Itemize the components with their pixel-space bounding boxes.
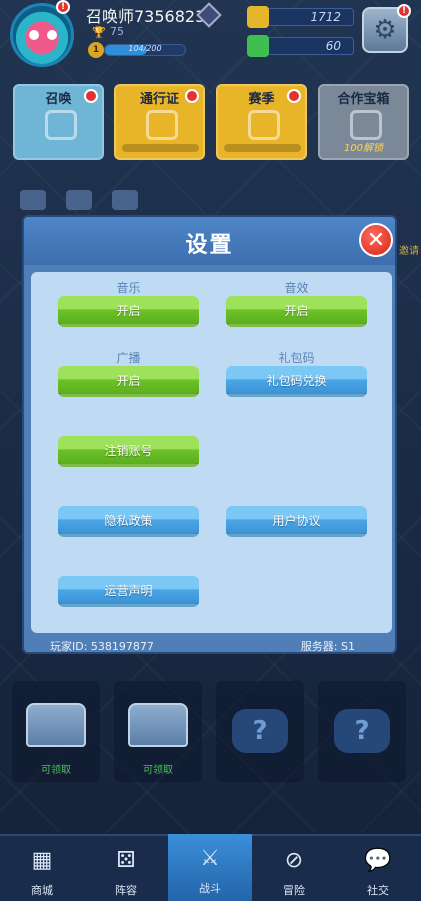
trophy-icon: 🏆 xyxy=(92,26,106,39)
chest-icon xyxy=(128,703,188,747)
chest-icon xyxy=(26,703,86,747)
operation-statement-button[interactable]: 运营声明 xyxy=(58,576,199,607)
question-icon: ? xyxy=(334,709,390,753)
settings-panel: 音乐 开启 音效 开启 广播 开启 礼包码 礼包码兑换 注销账号 隐私政策 用户… xyxy=(31,272,392,633)
level-badge: 1 xyxy=(88,42,104,58)
chest-slot[interactable]: ? xyxy=(216,681,304,782)
top-bar: ! 召唤师7356823 🏆 75 1 104/200 1712 60 ⚙ ! xyxy=(0,0,421,68)
user-agreement-button[interactable]: 用户协议 xyxy=(226,506,367,537)
chest-slot[interactable]: ? xyxy=(318,681,406,782)
progress-bar xyxy=(122,144,199,152)
logout-account-button[interactable]: 注销账号 xyxy=(58,436,199,467)
crown-badge-icon xyxy=(146,110,178,140)
nav-label: 商城 xyxy=(31,884,53,897)
close-icon: ✕ xyxy=(366,227,386,253)
menu-icon[interactable] xyxy=(20,190,46,210)
dice-icon: ⚄ xyxy=(116,848,136,873)
gold-value: 1712 xyxy=(310,10,341,24)
music-label: 音乐 xyxy=(116,281,141,295)
nav-label: 战斗 xyxy=(199,882,221,895)
trophy-count: 75 xyxy=(110,25,124,38)
server-label: 服务器: S1 xyxy=(300,640,355,653)
nav-lineup[interactable]: ⚄ 阵容 xyxy=(84,836,168,901)
nav-label: 社交 xyxy=(367,884,389,897)
nav-label: 阵容 xyxy=(115,884,137,897)
edge-text: 邀请 xyxy=(399,246,419,257)
nav-social[interactable]: 💬 社交 xyxy=(336,836,420,901)
tile-season[interactable]: 赛季 xyxy=(216,84,307,160)
crossed-swords-icon: ⚔ xyxy=(200,846,220,871)
tile-summon[interactable]: 召唤 xyxy=(13,84,104,160)
notification-dot: ! xyxy=(56,0,70,14)
shop-icon: ▦ xyxy=(31,848,53,873)
gem-icon xyxy=(247,35,269,57)
cards-icon xyxy=(45,110,77,140)
notification-dot xyxy=(287,89,301,103)
sfx-toggle-button[interactable]: 开启 xyxy=(226,296,367,327)
tile-battle-pass[interactable]: 通行证 xyxy=(114,84,205,160)
gold-coin-icon xyxy=(247,6,269,28)
nav-battle[interactable]: ⚔ 战斗 xyxy=(168,834,252,901)
gift-code-redeem-button[interactable]: 礼包码兑换 xyxy=(226,366,367,397)
broadcast-toggle-button[interactable]: 开启 xyxy=(58,366,199,397)
gift-code-label: 礼包码 xyxy=(278,351,315,365)
chest-slot[interactable]: 可领取 xyxy=(114,681,202,782)
xp-bar: 104/200 xyxy=(104,44,186,56)
trophy-icon xyxy=(248,110,280,140)
gift-icon[interactable] xyxy=(112,190,138,210)
tile-coop-chest[interactable]: 合作宝箱 100解锁 xyxy=(318,84,409,160)
nav-shop[interactable]: ▦ 商城 xyxy=(0,836,84,901)
dialog-title: 设置 xyxy=(185,233,234,258)
avatar-eye xyxy=(47,30,57,40)
sfx-label: 音效 xyxy=(284,281,309,295)
chest-slot[interactable]: 可领取 xyxy=(12,681,100,782)
nav-adventure[interactable]: ⊘ 冒险 xyxy=(252,836,336,901)
player-id: 玩家ID: 538197877 xyxy=(50,640,154,653)
avatar-eye xyxy=(29,30,39,40)
privacy-policy-button[interactable]: 隐私政策 xyxy=(58,506,199,537)
compass-icon: ⊘ xyxy=(284,848,304,873)
gold-counter[interactable]: 1712 xyxy=(247,6,354,28)
slot-label: 可领取 xyxy=(143,765,173,776)
gem-value: 60 xyxy=(325,39,341,53)
chest-icon xyxy=(350,110,382,140)
broadcast-label: 广播 xyxy=(116,351,141,365)
notification-dot xyxy=(185,89,199,103)
gear-icon: ⚙ xyxy=(373,15,397,45)
nav-label: 冒险 xyxy=(283,884,305,897)
music-toggle-button[interactable]: 开启 xyxy=(58,296,199,327)
dialog-header: 设置 ✕ xyxy=(24,217,395,265)
tile-label: 合作宝箱 xyxy=(337,92,390,107)
player-name: 召唤师7356823 xyxy=(86,7,206,26)
gem-counter[interactable]: 60 xyxy=(247,35,354,57)
progress-bar xyxy=(224,144,301,152)
chart-icon[interactable] xyxy=(66,190,92,210)
unlock-text: 100解锁 xyxy=(343,143,384,154)
notification-dot xyxy=(84,89,98,103)
slot-label: 可领取 xyxy=(41,765,71,776)
chat-icon: 💬 xyxy=(364,848,392,873)
settings-dialog: 设置 ✕ 音乐 开启 音效 开启 广播 开启 礼包码 礼包码兑换 注销账号 隐私… xyxy=(22,215,397,654)
xp-text: 104/200 xyxy=(128,44,162,53)
question-icon: ? xyxy=(232,709,288,753)
notification-dot: ! xyxy=(397,4,411,18)
bottom-nav: ▦ 商城 ⚄ 阵容 ⚔ 战斗 ⊘ 冒险 💬 社交 xyxy=(0,834,421,901)
close-button[interactable]: ✕ xyxy=(359,223,393,257)
